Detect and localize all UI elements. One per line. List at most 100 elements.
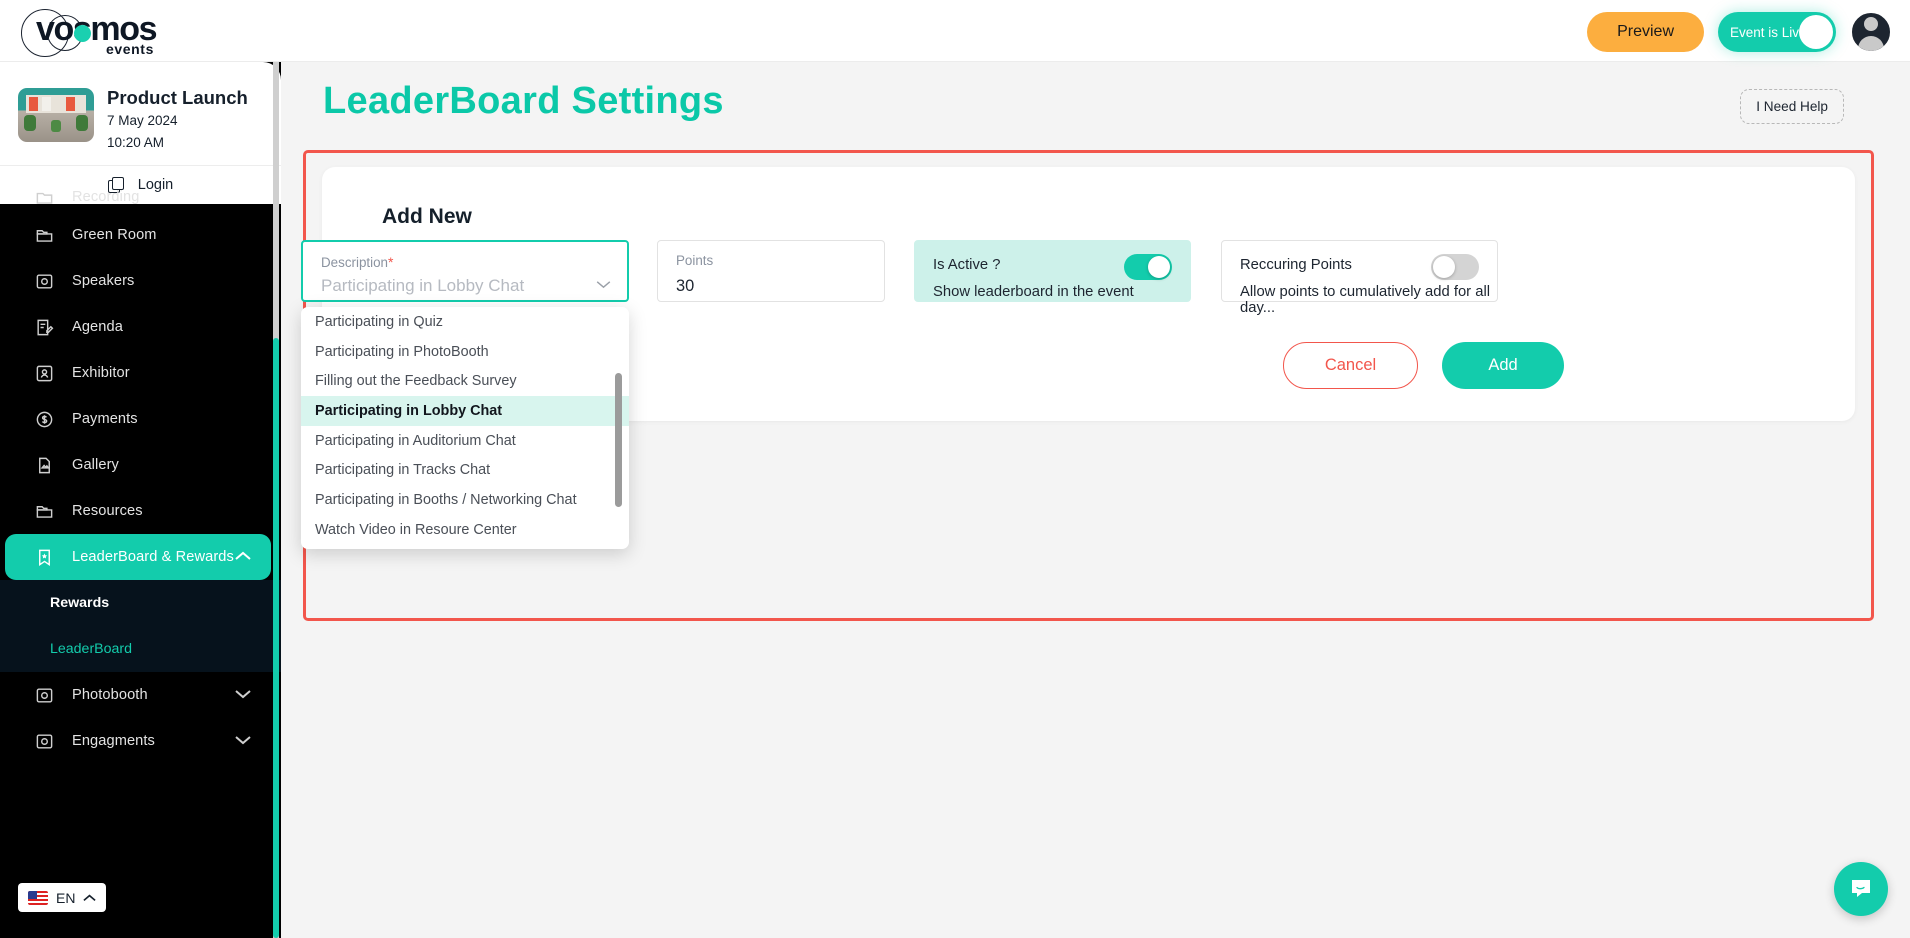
sidebar-subitem-label: Rewards [50,595,110,611]
recurring-points-field: Reccuring Points Allow points to cumulat… [1221,240,1498,316]
is-active-toggle[interactable] [1124,254,1172,280]
event-time: 10:20 AM [107,135,165,150]
is-active-label: Is Active ? [933,257,1001,273]
dropdown-option[interactable]: Participating in Lobby Chat [301,396,629,426]
sidebar-subitem-rewards[interactable]: Rewards [0,580,281,626]
description-placeholder: Participating in Lobby Chat [321,276,525,295]
sidebar-item-label: Payments [72,411,138,427]
sidebar-item-resources[interactable]: Resources [5,488,271,534]
recurring-points-label: Reccuring Points [1240,257,1352,273]
dropdown-option[interactable]: Filling out the Feedback Survey [301,366,629,396]
sidebar-item-photobooth[interactable]: Photobooth [5,672,271,718]
sidebar-item-payments[interactable]: Payments [5,396,271,442]
sidebar-item-leaderboard-rewards[interactable]: LeaderBoard & Rewards [5,534,271,580]
sidebar-item-label: Agenda [72,319,123,335]
dropdown-option[interactable]: Participating in Quiz [301,307,629,337]
sidebar-item-label: Photobooth [72,687,148,703]
folder-icon [36,229,53,242]
sidebar-subitem-leaderboard[interactable]: LeaderBoard [0,626,281,672]
sidebar: Product Launch 7 May 2024 10:20 AM Login… [0,62,281,938]
chevron-down-icon [596,281,611,289]
sidebar-item-engagments[interactable]: Engagments [5,718,271,764]
description-label: Description* [321,254,393,270]
dollar-icon [36,411,53,427]
card-title: Add New [382,205,472,228]
us-flag-icon [28,890,48,905]
chat-support-button[interactable] [1834,862,1888,916]
vosmos-logo[interactable]: vosmos events [18,4,228,60]
dropdown-option[interactable]: Participating in Booths / Networking Cha… [301,485,629,515]
event-title: Product Launch [107,87,248,108]
avatar[interactable] [1850,11,1892,53]
is-active-field: Is Active ? Show leaderboard in the even… [914,240,1191,302]
top-bar-actions: Preview Event is Live [1587,11,1892,53]
event-live-toggle[interactable]: Event is Live [1718,12,1836,52]
sidebar-item-recording[interactable]: Recording [5,182,271,212]
add-button[interactable]: Add [1442,342,1564,389]
dropdown-list: Participating in Quiz Participating in Ph… [301,307,629,545]
leaderboard-submenu: Rewards LeaderBoard [0,580,281,672]
language-code: EN [56,889,76,906]
dropdown-option[interactable]: Participating in Tracks Chat [301,455,629,485]
sidebar-item-green-room[interactable]: Green Room [5,212,271,258]
preview-button[interactable]: Preview [1587,12,1704,52]
sidebar-item-label: Speakers [72,273,135,289]
sidebar-item-label: Green Room [72,227,157,243]
logo-subtitle: events [106,41,154,57]
points-input[interactable]: Points 30 [657,240,885,302]
chat-bubble-icon [1852,880,1870,897]
sidebar-item-agenda[interactable]: Agenda [5,304,271,350]
toggle-knob [1433,256,1455,278]
exhibitor-icon [36,365,53,381]
points-value: 30 [676,277,695,295]
language-selector[interactable]: EN [18,883,107,912]
required-asterisk: * [387,254,394,270]
camera-icon [36,733,53,749]
chevron-up-icon [83,894,97,901]
description-select[interactable]: Description* Participating in Lobby Chat [301,240,629,302]
chevron-down-icon [235,736,251,745]
sidebar-item-exhibitor[interactable]: Exhibitor [5,350,271,396]
avatar-body-icon [1858,36,1884,51]
event-thumbnail [18,88,94,142]
sidebar-item-label: Exhibitor [72,365,130,381]
sidebar-item-label: Resources [72,503,143,519]
recurring-points-toggle[interactable] [1431,254,1479,280]
cancel-button[interactable]: Cancel [1283,342,1418,389]
logo-dot-icon [74,25,91,42]
folder-icon [36,192,53,204]
toggle-knob [1148,256,1170,278]
dropdown-option[interactable]: Watch Video in Resoure Center [301,515,629,545]
recurring-points-description: Allow points to cumulatively add for all… [1240,284,1491,316]
bookmark-star-icon [39,549,50,566]
dropdown-option[interactable]: Participating in PhotoBooth [301,337,629,367]
event-live-knob [1799,15,1833,49]
sidebar-item-speakers[interactable]: Speakers [5,258,271,304]
event-live-label: Event is Live [1730,24,1807,40]
sidebar-item-label: LeaderBoard & Rewards [72,549,234,565]
sidebar-item-gallery[interactable]: Gallery [5,442,271,488]
i-need-help-button[interactable]: I Need Help [1740,89,1844,124]
sidebar-scrollbar-thumb[interactable] [273,338,279,938]
sidebar-nav: Recording Green Room Speakers Agenda Exh… [0,182,281,764]
page-title: LeaderBoard Settings [323,80,724,122]
chevron-down-icon [235,690,251,699]
description-dropdown-panel: Participating in Quiz Participating in Ph… [301,307,629,549]
dropdown-scrollbar-thumb[interactable] [615,373,622,507]
sidebar-item-label: Gallery [72,457,119,473]
sidebar-item-label: Engagments [72,733,155,749]
camera-icon [36,687,53,703]
chevron-up-icon [235,551,251,560]
dropdown-option[interactable]: Participating in Auditorium Chat [301,426,629,456]
description-label-text: Description [321,255,388,270]
is-active-description: Show leaderboard in the event [933,284,1134,300]
avatar-head-icon [1864,17,1878,31]
camera-icon [36,273,53,289]
sidebar-item-label: Recording [72,189,140,205]
top-bar: vosmos events Preview Event is Live [0,0,1910,62]
event-date: 7 May 2024 [107,113,178,128]
sidebar-subitem-label: LeaderBoard [50,641,133,657]
agenda-icon [37,319,54,335]
gallery-icon [39,457,50,473]
folder-icon [36,505,53,518]
